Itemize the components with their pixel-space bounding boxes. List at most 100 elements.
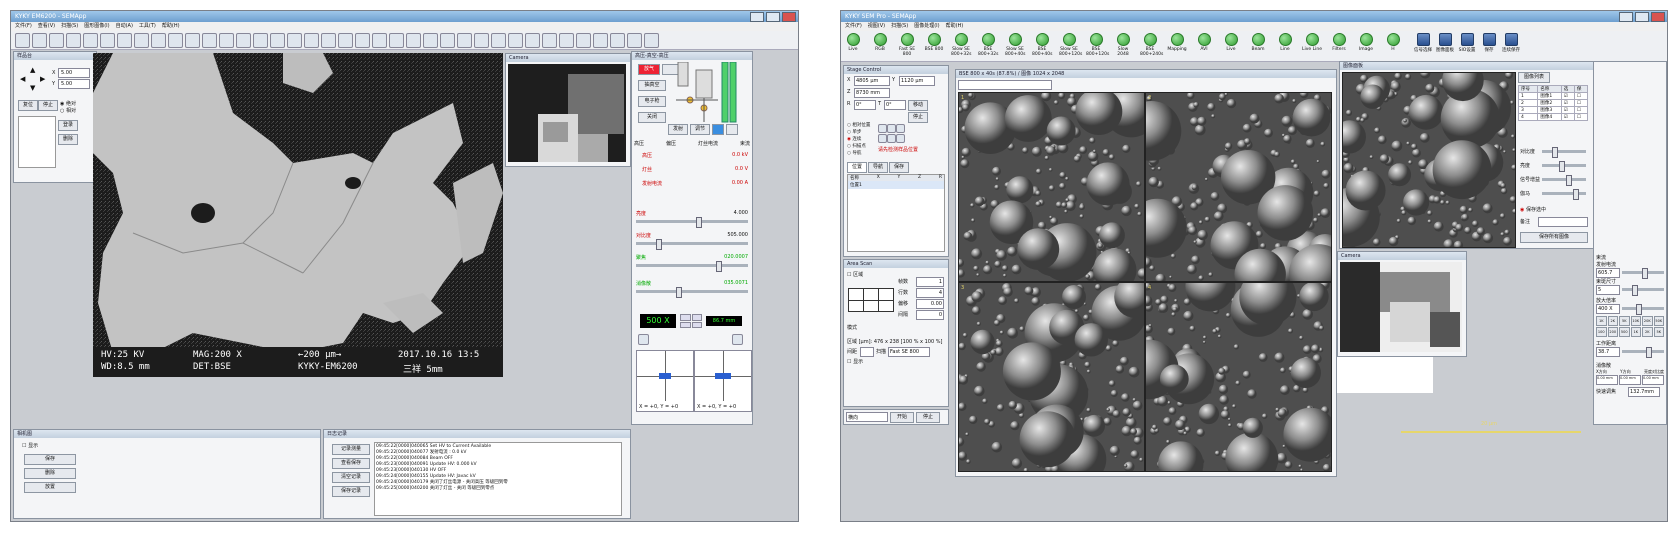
checkbox-icon[interactable]: ☑ [1560,99,1575,107]
x-field[interactable]: 4805 μm [854,76,890,86]
toolbar-button[interactable]: RGB [870,33,890,52]
spot-slider[interactable] [1622,285,1664,296]
toolbar-button[interactable]: Slow SE 800+32s [951,33,971,57]
mag-slider-knob[interactable] [1636,304,1642,315]
toolbar-button[interactable]: AVI [1194,33,1214,52]
toolbar-icon-button[interactable] [66,33,81,48]
toolbar-button[interactable]: H [1383,33,1403,52]
direction-select[interactable]: 横向 [846,412,888,422]
mag-up-button[interactable] [680,314,691,321]
mag-preset-button[interactable]: 100 [1596,327,1607,337]
toolbar-icon-button[interactable] [151,33,166,48]
toolbar-icon-button[interactable] [253,33,268,48]
image-list-tab[interactable]: 图像列表 [1518,72,1550,83]
toolbar-icon-button[interactable] [32,33,47,48]
thumb-slider[interactable] [1542,189,1586,200]
toolbar-icon-button[interactable] [185,33,200,48]
tile-cell[interactable] [879,289,893,300]
reset-button[interactable]: 复位 [18,100,38,111]
crosshair-b-marker[interactable] [715,373,731,379]
toolbar-icon-button[interactable] [474,33,489,48]
menu-item[interactable]: 自动(A) [116,22,133,31]
toolbar-icon-button[interactable] [576,33,591,48]
checkbox-icon[interactable]: ☐ [1573,113,1589,121]
toolbar-button[interactable]: Beam [1248,33,1268,52]
crosshair-box-a[interactable]: X = +0, Y = +0 [636,350,694,412]
toolbar-icon-button[interactable] [508,33,523,48]
checkbox-icon[interactable]: ☐ [1573,99,1589,107]
menu-item[interactable]: 图形图像(I) [84,22,109,31]
mag-slider[interactable] [1622,304,1664,315]
toolbar-icon-button[interactable] [100,33,115,48]
checkbox-icon[interactable]: ☑ [1560,92,1575,100]
z-field[interactable]: 8730 mm [854,88,890,98]
sem-image-view[interactable]: HV:25 KV MAG:200 X ←200 μm→ 2017.10.16 1… [93,53,503,377]
toolbar-icon-button[interactable] [525,33,540,48]
toolbar-icon-button[interactable] [389,33,404,48]
area-field[interactable]: 4 [916,288,944,298]
toolbar-icon-button[interactable] [270,33,285,48]
bl-delete-button[interactable]: 删除 [24,468,76,479]
checkbox-icon[interactable]: ☑ [1560,106,1575,114]
area-option[interactable]: ☐ 区域 [847,271,863,278]
toolbar-icon-button[interactable] [321,33,336,48]
image-tile[interactable]: 3 [958,282,1145,472]
mag-preset-button[interactable]: 1K [1630,327,1641,337]
crosshair-a-marker[interactable] [659,373,671,379]
toolbar-icon-button[interactable] [372,33,387,48]
r-maximize-button[interactable] [1635,12,1649,22]
toolbar-button[interactable]: Live [843,33,863,52]
stage-option[interactable]: ○ 单步 [847,129,870,136]
menu-item[interactable]: 查看(V) [38,22,55,31]
toolbar-button[interactable]: BSE 800+40s [1032,33,1052,57]
stage-option[interactable]: ○ 相对位置 [847,122,870,129]
stig-bc-field[interactable]: 0.00 mm [1642,375,1664,385]
toolbar-icon-button[interactable] [202,33,217,48]
toolbar-icon-button[interactable] [542,33,557,48]
menu-item[interactable]: 帮助(H) [946,22,964,31]
x-position-field[interactable]: 5.00 [58,68,90,78]
y-field[interactable]: 1120 μm [899,76,935,86]
toolbar-button[interactable]: Mapping [1167,33,1187,52]
show-checkbox[interactable]: ☐ 显示 [22,442,38,449]
toolbar-button[interactable]: Slow SE 800+120s [1059,33,1082,57]
beam-slider-knob[interactable] [1642,268,1648,279]
toolbar-button[interactable]: Line [1275,33,1295,52]
mag-preset-button[interactable]: 5K [1653,327,1664,337]
thumb-slider-knob[interactable] [1559,161,1565,172]
toolbar-button[interactable]: 保存 [1479,33,1499,53]
toolbar-icon-button[interactable] [559,33,574,48]
arrow-ne-icon[interactable] [896,124,905,133]
delete-button[interactable]: 删除 [58,134,78,145]
toolbar-button[interactable]: Filters [1329,33,1349,52]
start-button[interactable]: 开始 [890,412,914,423]
toolbar-icon-button[interactable] [304,33,319,48]
table-row[interactable]: 4 图像4 ☑ ☐ [1517,113,1589,121]
view-button[interactable]: 查看保存 [332,458,370,469]
arrow-sw-icon[interactable] [878,134,887,143]
brightness-slider-knob[interactable] [696,217,702,228]
stig-slider[interactable] [636,287,748,298]
tile-cell[interactable] [864,289,878,300]
thumb-slider-knob[interactable] [1573,189,1579,200]
tile-cell[interactable] [879,300,893,311]
stop-button[interactable]: 停止 [38,100,58,111]
radio-absolute[interactable]: ◉ 绝对 [60,100,76,107]
arrow-down-icon[interactable] [887,134,896,143]
brightness-slider[interactable] [636,217,748,228]
radio-relative[interactable]: ○ 相对 [60,107,76,114]
tab-focus[interactable] [712,124,724,135]
toolbar-icon-button[interactable] [83,33,98,48]
toolbar-icon-button[interactable] [491,33,506,48]
menu-item[interactable]: 扫描(S) [891,22,908,31]
thumb-slider[interactable] [1542,161,1586,172]
toolbar-icon-button[interactable] [49,33,64,48]
stage-option[interactable]: ◉ 连续 [847,136,870,143]
tile-cell[interactable] [849,300,863,311]
beam-slider[interactable] [1622,268,1664,279]
settings-icon[interactable] [732,334,743,345]
image-tile[interactable]: 2 [1145,92,1332,282]
close-button[interactable] [782,12,796,22]
table-row[interactable]: 1 图像1 ☑ ☐ [1517,92,1589,100]
save-selected-radio[interactable]: ◉ 保存选中 [1520,206,1546,213]
